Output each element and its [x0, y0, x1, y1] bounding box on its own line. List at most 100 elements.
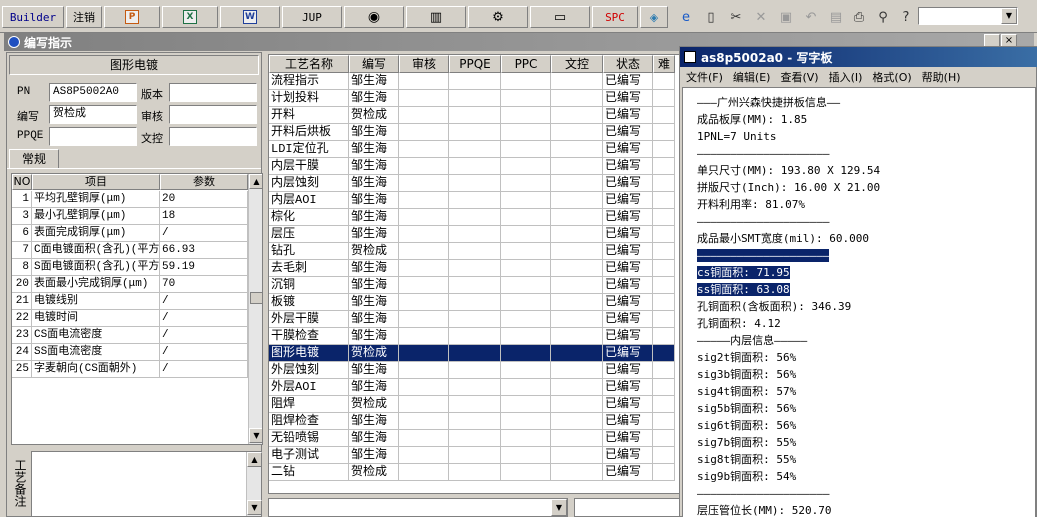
- process-doc-cell[interactable]: [551, 107, 603, 124]
- process-status-cell[interactable]: 已编写: [603, 413, 653, 430]
- process-review-cell[interactable]: [399, 294, 449, 311]
- process-header[interactable]: 工艺名称: [269, 55, 349, 73]
- process-ppc-cell[interactable]: [501, 328, 551, 345]
- process-author-cell[interactable]: 贺检成: [349, 243, 399, 260]
- builder-button[interactable]: Builder: [2, 6, 64, 28]
- process-name-cell[interactable]: LDI定位孔: [269, 141, 349, 158]
- params-row[interactable]: 3 最小孔壁铜厚(μm) 18: [12, 208, 248, 225]
- bottom-chevron-down-icon[interactable]: ▼: [551, 499, 567, 516]
- view-button[interactable]: ◉: [344, 6, 404, 28]
- params-row[interactable]: 7 C面电镀面积(含孔)(平方 66.93: [12, 242, 248, 259]
- word-button[interactable]: W: [220, 6, 280, 28]
- notepad-text-area[interactable]: ———广州兴森快捷拼板信息—— 成品板厚(MM): 1.85 1PNL=7 Unit…: [682, 87, 1036, 517]
- process-difficulty-cell[interactable]: [653, 226, 675, 243]
- process-doc-cell[interactable]: [551, 430, 603, 447]
- process-name-cell[interactable]: 二钻: [269, 464, 349, 481]
- process-difficulty-cell[interactable]: [653, 243, 675, 260]
- find-icon[interactable]: ⚲: [872, 7, 894, 27]
- process-doc-cell[interactable]: [551, 413, 603, 430]
- process-ppqe-cell[interactable]: [449, 141, 501, 158]
- notes-scroll-up-icon[interactable]: ▲: [247, 452, 262, 467]
- process-ppc-cell[interactable]: [501, 260, 551, 277]
- process-difficulty-cell[interactable]: [653, 396, 675, 413]
- process-status-cell[interactable]: 已编写: [603, 209, 653, 226]
- process-author-cell[interactable]: 邹生海: [349, 141, 399, 158]
- process-review-cell[interactable]: [399, 277, 449, 294]
- preview-icon[interactable]: ▤: [825, 7, 847, 27]
- process-name-cell[interactable]: 棕化: [269, 209, 349, 226]
- process-name-cell[interactable]: 去毛刺: [269, 260, 349, 277]
- process-ppc-cell[interactable]: [501, 464, 551, 481]
- process-review-cell[interactable]: [399, 90, 449, 107]
- bottom-input[interactable]: ▼: [268, 498, 568, 517]
- save-icon[interactable]: ▣: [775, 7, 797, 27]
- process-review-cell[interactable]: [399, 243, 449, 260]
- process-ppqe-cell[interactable]: [449, 294, 501, 311]
- process-row[interactable]: 阻焊检查 邹生海 已编写: [269, 413, 679, 430]
- process-name-cell[interactable]: 外层蚀刻: [269, 362, 349, 379]
- process-ppc-cell[interactable]: [501, 73, 551, 90]
- params-row[interactable]: 24 SS面电流密度 /: [12, 344, 248, 361]
- process-ppqe-cell[interactable]: [449, 464, 501, 481]
- process-ppc-cell[interactable]: [501, 175, 551, 192]
- process-difficulty-cell[interactable]: [653, 464, 675, 481]
- process-author-cell[interactable]: 邹生海: [349, 260, 399, 277]
- process-row[interactable]: 二钻 贺检成 已编写: [269, 464, 679, 481]
- process-review-cell[interactable]: [399, 447, 449, 464]
- toolbar-combobox[interactable]: ▼: [918, 7, 1018, 25]
- notes-textarea[interactable]: ▲ ▼: [31, 451, 262, 517]
- process-ppc-cell[interactable]: [501, 311, 551, 328]
- process-review-cell[interactable]: [399, 413, 449, 430]
- process-difficulty-cell[interactable]: [653, 158, 675, 175]
- process-difficulty-cell[interactable]: [653, 430, 675, 447]
- process-status-cell[interactable]: 已编写: [603, 175, 653, 192]
- undo-icon[interactable]: ↶: [800, 7, 822, 27]
- process-row[interactable]: 流程指示 邹生海 已编写: [269, 73, 679, 90]
- process-review-cell[interactable]: [399, 141, 449, 158]
- params-scrollbar[interactable]: ▲ ▼: [248, 174, 262, 444]
- process-doc-cell[interactable]: [551, 294, 603, 311]
- author-field[interactable]: 贺检成: [49, 105, 137, 124]
- process-status-cell[interactable]: 已编写: [603, 447, 653, 464]
- new-file-icon[interactable]: ▯: [700, 7, 722, 27]
- process-review-cell[interactable]: [399, 260, 449, 277]
- process-author-cell[interactable]: 邹生海: [349, 311, 399, 328]
- process-name-cell[interactable]: 开料后烘板: [269, 124, 349, 141]
- param-value[interactable]: /: [160, 310, 248, 327]
- param-value[interactable]: /: [160, 293, 248, 310]
- process-doc-cell[interactable]: [551, 328, 603, 345]
- process-author-cell[interactable]: 邹生海: [349, 447, 399, 464]
- cube-button[interactable]: ◈: [640, 6, 668, 28]
- process-author-cell[interactable]: 邹生海: [349, 192, 399, 209]
- process-row[interactable]: 开料后烘板 邹生海 已编写: [269, 124, 679, 141]
- process-author-cell[interactable]: 邹生海: [349, 277, 399, 294]
- tab-general[interactable]: 常规: [9, 149, 59, 169]
- process-doc-cell[interactable]: [551, 141, 603, 158]
- process-name-cell[interactable]: 阻焊检查: [269, 413, 349, 430]
- process-status-cell[interactable]: 已编写: [603, 464, 653, 481]
- process-name-cell[interactable]: 外层干膜: [269, 311, 349, 328]
- process-status-cell[interactable]: 已编写: [603, 328, 653, 345]
- process-ppc-cell[interactable]: [501, 294, 551, 311]
- process-review-cell[interactable]: [399, 192, 449, 209]
- process-name-cell[interactable]: 干膜检查: [269, 328, 349, 345]
- process-status-cell[interactable]: 已编写: [603, 396, 653, 413]
- process-header[interactable]: PPQE: [449, 55, 501, 73]
- process-ppqe-cell[interactable]: [449, 192, 501, 209]
- process-status-cell[interactable]: 已编写: [603, 226, 653, 243]
- process-ppqe-cell[interactable]: [449, 328, 501, 345]
- process-ppc-cell[interactable]: [501, 90, 551, 107]
- process-row[interactable]: 板镀 邹生海 已编写: [269, 294, 679, 311]
- process-row[interactable]: 内层AOI 邹生海 已编写: [269, 192, 679, 209]
- process-status-cell[interactable]: 已编写: [603, 277, 653, 294]
- process-review-cell[interactable]: [399, 209, 449, 226]
- process-status-cell[interactable]: 已编写: [603, 379, 653, 396]
- process-row[interactable]: 外层干膜 邹生海 已编写: [269, 311, 679, 328]
- process-review-cell[interactable]: [399, 362, 449, 379]
- process-ppqe-cell[interactable]: [449, 413, 501, 430]
- process-name-cell[interactable]: 无铅喷锡: [269, 430, 349, 447]
- process-doc-cell[interactable]: [551, 464, 603, 481]
- menu-help[interactable]: 帮助(H): [922, 69, 961, 85]
- database-button[interactable]: ▥: [406, 6, 466, 28]
- cut-icon[interactable]: ✂: [725, 7, 747, 27]
